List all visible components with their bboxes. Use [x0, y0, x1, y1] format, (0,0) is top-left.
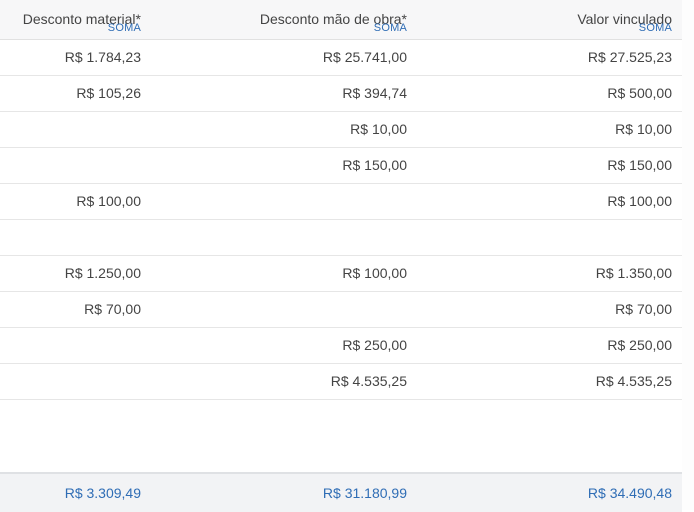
column-aggregate-label: SOMA — [107, 22, 141, 34]
table-row[interactable]: R$ 10,00 R$ 10,00 — [0, 112, 682, 148]
total-valor-vinculado: R$ 34.490,48 — [587, 485, 672, 501]
cell-desconto-material: R$ 105,26 — [76, 85, 141, 101]
cell-desconto-mao-de-obra: R$ 10,00 — [350, 121, 407, 137]
cell-desconto-mao-de-obra: R$ 4.535,25 — [330, 373, 407, 389]
totals-row: R$ 3.309,49 R$ 31.180,99 R$ 34.490,48 — [0, 472, 682, 512]
cell-desconto-mao-de-obra: R$ 100,00 — [342, 265, 407, 281]
cell-desconto-mao-de-obra: R$ 394,74 — [342, 85, 407, 101]
cell-desconto-material: R$ 1.250,00 — [64, 265, 141, 281]
table-row[interactable] — [0, 220, 682, 256]
cell-valor-vinculado: R$ 100,00 — [607, 193, 672, 209]
column-aggregate-label: SOMA — [638, 22, 672, 34]
total-desconto-material: R$ 3.309,49 — [64, 485, 141, 501]
column-header-valor-vinculado[interactable]: Valor vinculado SOMA — [407, 0, 672, 39]
cell-valor-vinculado: R$ 150,00 — [607, 157, 672, 173]
cell-valor-vinculado: R$ 4.535,25 — [595, 373, 672, 389]
cell-desconto-mao-de-obra: R$ 250,00 — [342, 337, 407, 353]
cell-valor-vinculado: R$ 27.525,23 — [587, 49, 672, 65]
cell-valor-vinculado: R$ 10,00 — [615, 121, 672, 137]
cell-desconto-material: R$ 100,00 — [76, 193, 141, 209]
table-row[interactable]: R$ 1.784,23 R$ 25.741,00 R$ 27.525,23 — [0, 40, 682, 76]
cell-valor-vinculado: R$ 250,00 — [607, 337, 672, 353]
column-header-desconto-mao-de-obra[interactable]: Desconto mão de obra* SOMA — [141, 0, 407, 39]
cell-valor-vinculado: R$ 70,00 — [615, 301, 672, 317]
table-row[interactable]: R$ 105,26 R$ 394,74 R$ 500,00 — [0, 76, 682, 112]
table-row[interactable]: R$ 250,00 R$ 250,00 — [0, 328, 682, 364]
table-row[interactable]: R$ 4.535,25 R$ 4.535,25 — [0, 364, 682, 400]
cell-valor-vinculado: R$ 500,00 — [607, 85, 672, 101]
data-grid: Desconto material* SOMA Desconto mão de … — [0, 0, 683, 512]
table-row[interactable]: R$ 100,00 R$ 100,00 — [0, 184, 682, 220]
cell-desconto-material: R$ 1.784,23 — [64, 49, 141, 65]
cell-valor-vinculado: R$ 1.350,00 — [595, 265, 672, 281]
table-row[interactable]: R$ 1.250,00 R$ 100,00 R$ 1.350,00 — [0, 256, 682, 292]
grid-header: Desconto material* SOMA Desconto mão de … — [0, 0, 682, 40]
column-aggregate-label: SOMA — [373, 22, 407, 34]
table-row[interactable]: R$ 150,00 R$ 150,00 — [0, 148, 682, 184]
scrollbar-gutter[interactable] — [682, 0, 694, 510]
table-row[interactable]: R$ 70,00 R$ 70,00 — [0, 292, 682, 328]
cell-desconto-mao-de-obra: R$ 25.741,00 — [322, 49, 407, 65]
total-desconto-mao-de-obra: R$ 31.180,99 — [322, 485, 407, 501]
column-header-desconto-material[interactable]: Desconto material* SOMA — [0, 0, 141, 39]
cell-desconto-material: R$ 70,00 — [84, 301, 141, 317]
cell-desconto-mao-de-obra: R$ 150,00 — [342, 157, 407, 173]
